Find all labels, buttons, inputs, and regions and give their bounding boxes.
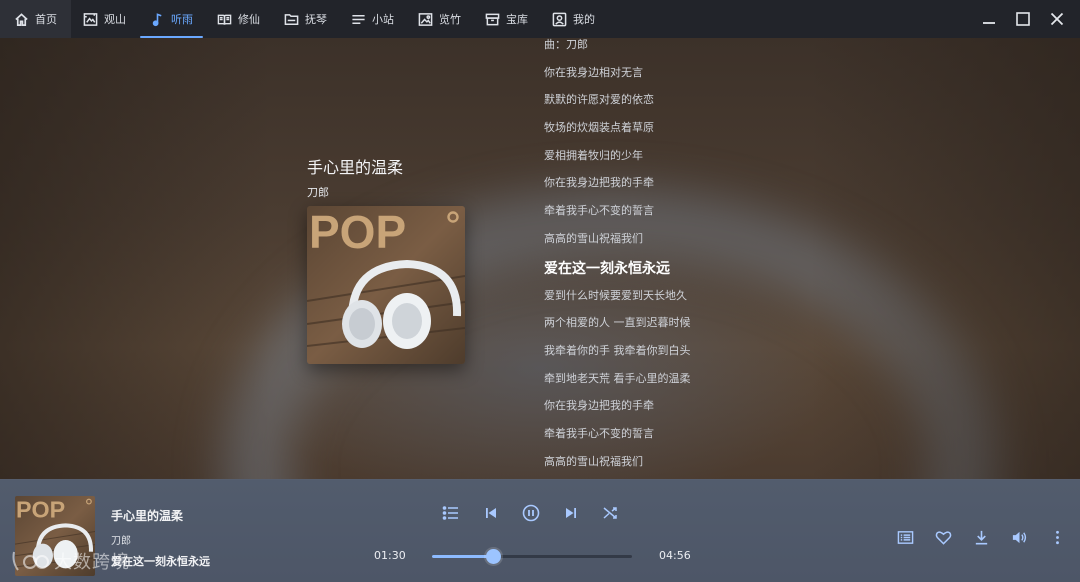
next-button[interactable] [560,502,582,524]
lyric-line[interactable]: 曲：刀郎 [544,37,844,65]
progress-bar[interactable] [432,549,632,564]
heart-icon [935,530,951,545]
lyric-line[interactable]: 牧场的炊烟装点着草原 [544,120,844,148]
cover-pop-text: POP [309,206,406,258]
close-icon [1050,12,1064,26]
lyrics-panel: 曲：刀郎 你在我身边相对无言 默默的许愿对爱的依恋 牧场的炊烟装点着草原 爱相拥着牧归的… [544,37,844,481]
more-vertical-icon [1055,530,1059,544]
playback-controls [440,502,622,524]
nav-item-label: 听雨 [171,13,193,26]
user-card-icon [552,12,567,27]
progress-knob[interactable] [485,549,501,564]
nav-item-label: 首页 [35,13,57,26]
image-icon [418,12,433,27]
volume-icon [1012,531,1026,543]
maximize-button[interactable] [1006,0,1040,38]
player-current-lyric: 爱在这一刻永恒永远 [111,555,210,568]
shuffle-icon [603,507,617,519]
picture-frame-icon [83,12,98,27]
nav-item-baoku[interactable]: 宝库 [473,0,540,38]
top-bar: 首页 观山 听雨 修仙 抚琴 小站 览竹 宝库 我的 [0,0,1080,38]
minimize-button[interactable] [972,0,1006,38]
player-actions [894,526,1068,548]
previous-button[interactable] [480,502,502,524]
nav-item-label: 览竹 [439,13,461,26]
lyric-line[interactable]: 你在我身边把我的手牵 [544,175,844,203]
lyric-line[interactable]: 牵着我手心不变的誓言 [544,426,844,454]
total-time: 04:56 [659,549,691,562]
more-button[interactable] [1046,526,1068,548]
download-icon [975,530,987,544]
album-cover: POP [307,206,465,364]
skip-previous-icon [486,508,496,518]
book-icon [217,12,232,27]
shuffle-button[interactable] [600,502,622,524]
pause-button[interactable] [520,502,542,524]
queue-button[interactable] [894,526,916,548]
nav-item-xiaozhan[interactable]: 小站 [339,0,406,38]
queue-list-icon [897,530,913,544]
nav-item-label: 修仙 [238,13,260,26]
nav-item-label: 抚琴 [305,13,327,26]
nav-item-xiuxian[interactable]: 修仙 [205,0,272,38]
lyric-line-current[interactable]: 爱在这一刻永恒永远 [544,259,844,288]
current-time: 01:30 [374,549,406,562]
lyric-line[interactable]: 我牵着你的手 我牵着你到白头 [544,343,844,371]
favorite-button[interactable] [932,526,954,548]
pause-icon [522,504,540,522]
player-artist: 刀郎 [111,536,131,547]
lyric-line[interactable]: 高高的雪山祝福我们 [544,231,844,259]
mini-cover-pop-text: POP [16,496,65,522]
lyric-line[interactable]: 牵着我手心不变的誓言 [544,203,844,231]
song-artist: 刀郎 [307,186,329,199]
playlist-icon [442,506,458,520]
download-button[interactable] [970,526,992,548]
lyric-line[interactable]: 爱到什么时候要爱到天长地久 [544,288,844,316]
player-bar: POP 手心里的温柔 刀郎 爱在这一刻永恒永远 01:30 04:56 [0,479,1080,582]
player-song-title: 手心里的温柔 [111,509,184,523]
home-icon [14,12,29,27]
folder-icon [284,12,299,27]
lyric-line[interactable]: 两个相爱的人 一直到迟暮时候 [544,315,844,343]
toolbox-icon [485,12,500,27]
nav-item-label: 观山 [104,13,126,26]
lyric-line[interactable]: 默默的许愿对爱的依恋 [544,92,844,120]
blurred-background [0,38,1080,479]
song-title: 手心里的温柔 [307,158,404,177]
nav-item-wode[interactable]: 我的 [540,0,607,38]
lyric-line[interactable]: 你在我身边把我的手牵 [544,398,844,426]
lyric-line[interactable]: 高高的雪山祝福我们 [544,454,844,482]
close-button[interactable] [1040,0,1074,38]
lyric-line[interactable]: 爱相拥着牧归的少年 [544,148,844,176]
nav-item-fuqin[interactable]: 抚琴 [272,0,339,38]
volume-button[interactable] [1008,526,1030,548]
music-note-icon [150,12,165,27]
window-controls [972,0,1080,38]
nav-item-label: 我的 [573,13,595,26]
maximize-icon [1016,12,1030,26]
nav-item-tingyu[interactable]: 听雨 [138,0,205,38]
minimize-icon [983,22,995,24]
lyric-line[interactable]: 你在我身边相对无言 [544,65,844,93]
nav-item-guanshan[interactable]: 观山 [71,0,138,38]
main-nav: 首页 观山 听雨 修仙 抚琴 小站 览竹 宝库 我的 [0,0,607,38]
playlist-button[interactable] [440,502,462,524]
nav-item-lanzhu[interactable]: 览竹 [406,0,473,38]
skip-next-icon [566,508,576,518]
nav-item-label: 宝库 [506,13,528,26]
nav-item-home[interactable]: 首页 [0,0,71,38]
lyric-line[interactable]: 牵到地老天荒 看手心里的温柔 [544,371,844,399]
menu-lines-icon [351,12,366,27]
player-album-cover[interactable]: POP [15,496,95,576]
progress-fill [432,555,493,558]
nav-item-label: 小站 [372,13,394,26]
